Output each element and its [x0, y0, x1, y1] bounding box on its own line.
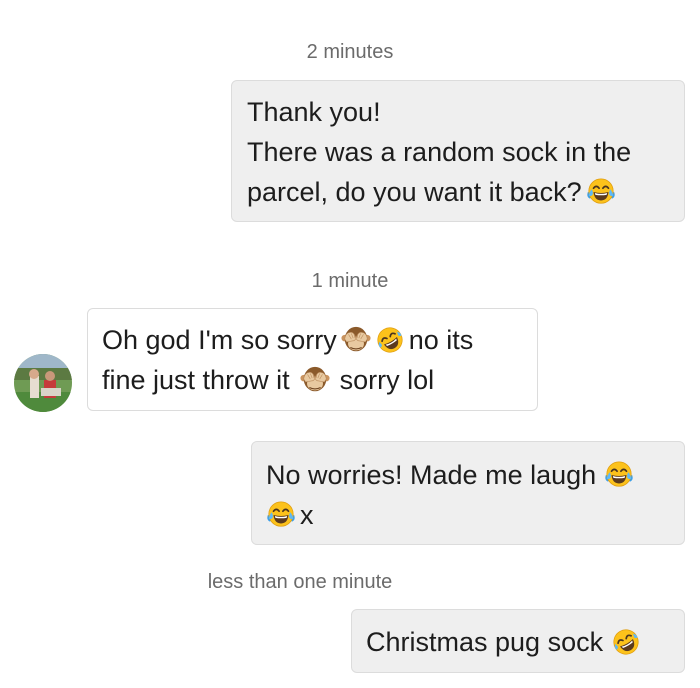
rolling-on-floor-laughing-icon [611, 627, 641, 657]
message-line: Christmas pug sock [366, 622, 684, 662]
message-text: x [300, 500, 314, 530]
rolling-on-floor-laughing-icon [375, 325, 405, 355]
message-line: There was a random sock in the [247, 137, 632, 167]
message-line: Thank you! [247, 97, 381, 127]
message-line: parcel, do you want it back? [247, 172, 684, 212]
message-line: x [266, 495, 684, 535]
message-text: no its [408, 325, 474, 355]
message-text: parcel, do you want it back? [247, 177, 582, 207]
face-with-tears-of-joy-icon [604, 460, 634, 490]
message-text: fine just throw it [102, 365, 290, 395]
see-no-evil-monkey-icon [300, 365, 330, 395]
message-line: fine just throw it sorry lol [102, 360, 537, 400]
message-bubble-outgoing[interactable]: No worries! Made me laugh x [251, 441, 685, 545]
message-line: Oh god I'm so sorry no its [102, 320, 537, 360]
message-bubble-outgoing[interactable]: Thank you! There was a random sock in th… [231, 80, 685, 222]
message-text: Oh god I'm so sorry [102, 325, 337, 355]
message-bubble-incoming[interactable]: Oh god I'm so sorry no its fine just thro… [87, 308, 538, 411]
message-line: No worries! Made me laugh [266, 455, 684, 495]
face-with-tears-of-joy-icon [586, 177, 616, 207]
message-text: Christmas pug sock [366, 627, 604, 657]
timestamp: 2 minutes [306, 41, 394, 63]
timestamp: 1 minute [311, 270, 389, 292]
avatar-photo [14, 354, 72, 412]
avatar[interactable] [14, 354, 72, 412]
message-bubble-outgoing[interactable]: Christmas pug sock [351, 609, 685, 673]
message-text: sorry lol [339, 365, 435, 395]
message-text: No worries! Made me laugh [266, 460, 597, 490]
face-with-tears-of-joy-icon [266, 500, 296, 530]
see-no-evil-monkey-icon [341, 325, 371, 355]
timestamp: less than one minute [207, 571, 393, 593]
